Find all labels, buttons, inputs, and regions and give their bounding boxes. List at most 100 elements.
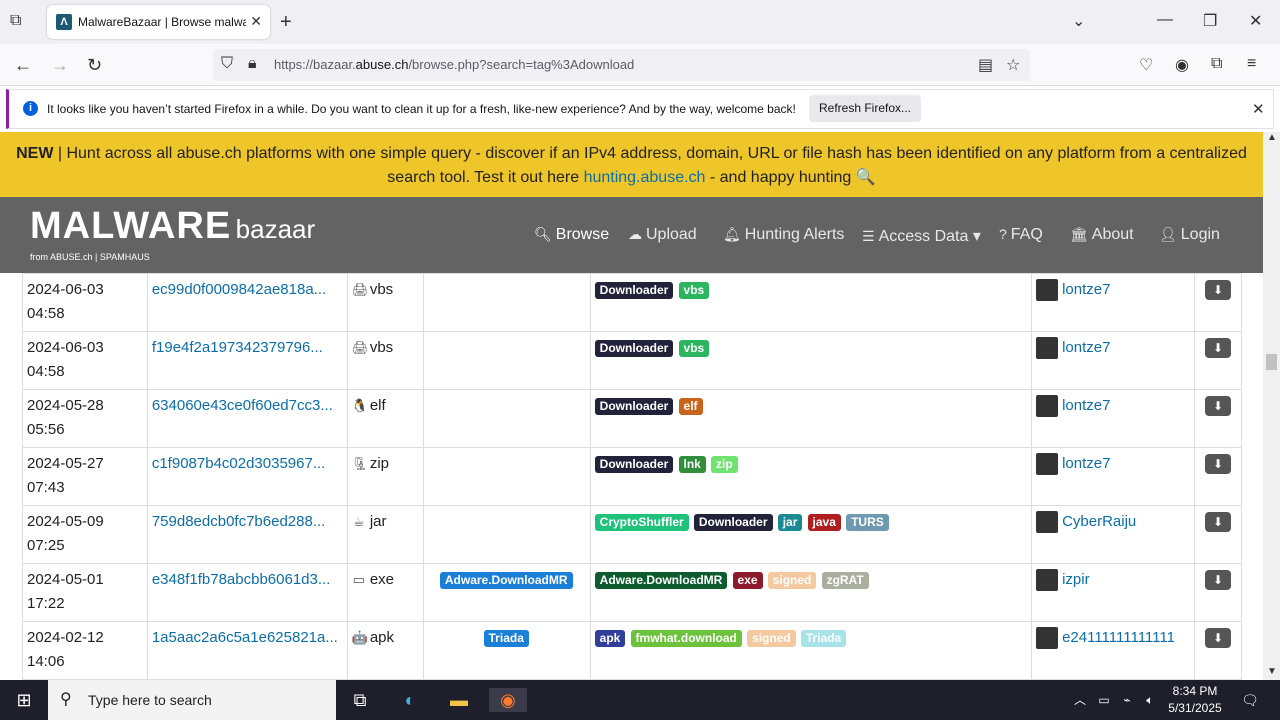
signature-cell bbox=[422, 505, 591, 564]
cloud-download-icon[interactable]: ⬇ bbox=[1204, 280, 1231, 300]
firefox-icon[interactable]: ◉ bbox=[489, 688, 527, 712]
cloud-download-icon[interactable]: ⬇ bbox=[1204, 512, 1231, 532]
cloud-download-icon[interactable]: ⬇ bbox=[1204, 454, 1231, 474]
scroll-up-icon[interactable]: ▲ bbox=[1267, 132, 1277, 143]
tag-badge[interactable]: signed bbox=[767, 572, 817, 589]
taskbar-clock[interactable]: 8:34 PM 5/31/2025 bbox=[1160, 683, 1230, 717]
signature-badge[interactable]: Adware.DownloadMR bbox=[439, 572, 573, 589]
file-type-icon: ☕ bbox=[353, 514, 365, 529]
shield-icon[interactable]: ⛉ bbox=[221, 55, 233, 73]
tag-badge[interactable]: Downloader bbox=[594, 398, 674, 415]
tag-badge[interactable]: zgRAT bbox=[821, 572, 869, 589]
tag-badge[interactable]: Adware.DownloadMR bbox=[594, 572, 728, 589]
file-explorer-icon[interactable]: ▬ bbox=[447, 688, 471, 712]
edge-icon[interactable]: ◐ bbox=[398, 688, 422, 712]
reporter-link[interactable]: lontze7 bbox=[1062, 339, 1110, 356]
sample-hash-link[interactable]: 759d8edcb0fc7b6ed288... bbox=[152, 513, 326, 530]
tag-badge[interactable]: TURS bbox=[846, 514, 889, 531]
url-bar[interactable]: ⛉ 🔒︎ https://bazaar.abuse.ch/browse.php?… bbox=[213, 49, 1030, 81]
tag-badge[interactable]: Downloader bbox=[594, 456, 674, 473]
windows-start-icon[interactable]: ⊞ bbox=[12, 688, 36, 712]
tag-badge[interactable]: apk bbox=[594, 630, 626, 647]
tag-badge[interactable]: exe bbox=[732, 572, 763, 589]
reporter-link[interactable]: CyberRaiju bbox=[1062, 513, 1136, 530]
nav-browse[interactable]: 🔍︎ Browse bbox=[534, 226, 609, 244]
tag-badge[interactable]: Downloader bbox=[594, 282, 674, 299]
tag-badge[interactable]: Downloader bbox=[594, 340, 674, 357]
menu-hamburger-icon[interactable]: ≡ bbox=[1247, 55, 1256, 73]
tab-manager-icon[interactable]: ⧉ bbox=[10, 12, 21, 30]
tag-badge[interactable]: vbs bbox=[678, 282, 710, 299]
tag-badge[interactable]: CryptoShuffler bbox=[594, 514, 689, 531]
nav-upload[interactable]: ☁ Upload bbox=[628, 226, 697, 244]
nav-hunting-alerts[interactable]: 🔔︎ Hunting Alerts bbox=[723, 226, 844, 244]
notifications-icon[interactable]: 🗨︎ bbox=[1238, 688, 1262, 712]
volume-icon[interactable]: 🔈︎ bbox=[1138, 688, 1162, 712]
avatar bbox=[1036, 511, 1059, 534]
cloud-download-icon[interactable]: ⬇ bbox=[1204, 396, 1231, 416]
maximize-icon[interactable]: ❐ bbox=[1203, 11, 1217, 31]
taskbar-search[interactable]: ⚲ Type here to search bbox=[48, 680, 336, 720]
tag-badge[interactable]: vbs bbox=[678, 340, 710, 357]
tag-badge[interactable]: java bbox=[807, 514, 841, 531]
reader-view-icon[interactable]: ▤ bbox=[978, 55, 993, 75]
extensions-icon[interactable]: ⧉ bbox=[1211, 55, 1222, 73]
sample-hash-link[interactable]: 634060e43ce0f60ed7cc3... bbox=[152, 397, 333, 414]
tag-badge[interactable]: fmwhat.download bbox=[630, 630, 742, 647]
close-notification-icon[interactable]: ✕ bbox=[1252, 100, 1265, 118]
show-hidden-icons-chevron-icon[interactable]: ︿ bbox=[1068, 688, 1092, 712]
tag-badge[interactable]: lnk bbox=[678, 456, 706, 473]
nav-login[interactable]: 👤︎ Login bbox=[1159, 226, 1220, 244]
scrollbar-thumb[interactable] bbox=[1266, 354, 1277, 370]
network-icon[interactable]: ▭ bbox=[1092, 688, 1116, 712]
new-tab-icon[interactable]: + bbox=[280, 11, 292, 34]
nav-about[interactable]: 🏛︎ About bbox=[1070, 226, 1134, 244]
tags-cell: Adware.DownloadMR exe signed zgRAT bbox=[589, 563, 1033, 622]
tag-badge[interactable]: jar bbox=[777, 514, 803, 531]
cloud-download-icon[interactable]: ⬇ bbox=[1204, 338, 1231, 358]
tag-badge[interactable]: elf bbox=[678, 398, 703, 415]
reporter-link[interactable]: lontze7 bbox=[1062, 397, 1110, 414]
tag-badge[interactable]: Downloader bbox=[693, 514, 773, 531]
active-tab[interactable]: Λ MalwareBazaar | Browse malwa ✕ bbox=[47, 5, 270, 39]
tag-badge[interactable]: signed bbox=[747, 630, 796, 647]
forward-arrow-icon[interactable]: → bbox=[51, 55, 69, 76]
cloud-upload-icon: ☁ bbox=[628, 226, 642, 242]
reporter-link[interactable]: lontze7 bbox=[1062, 281, 1110, 298]
tag-badge[interactable]: Triada bbox=[800, 630, 847, 647]
close-tab-icon[interactable]: ✕ bbox=[250, 13, 262, 30]
download-cell: ⬇ bbox=[1193, 331, 1243, 390]
sample-hash-link[interactable]: ec99d0f0009842ae818a... bbox=[152, 281, 326, 298]
bookmark-star-icon[interactable]: ☆ bbox=[1006, 55, 1020, 75]
reporter-cell: lontze7 bbox=[1031, 331, 1195, 390]
page-scrollbar[interactable]: ▲ ▼ bbox=[1263, 132, 1280, 680]
account-icon[interactable]: ◉ bbox=[1175, 55, 1189, 75]
tab-list-chevron-down-icon[interactable]: ⌄ bbox=[1072, 11, 1085, 31]
malwarebazaar-logo[interactable]: MALWARE bazaar from ABUSE.ch | SPAMHAUS bbox=[30, 205, 315, 262]
reload-icon[interactable]: ↻ bbox=[87, 55, 102, 76]
sample-hash-link[interactable]: f19e4f2a197342379796... bbox=[152, 339, 323, 356]
scroll-down-icon[interactable]: ▼ bbox=[1267, 666, 1277, 677]
reporter-link[interactable]: izpir bbox=[1062, 571, 1090, 588]
lock-icon[interactable]: 🔒︎ bbox=[248, 55, 257, 73]
sample-hash-link[interactable]: c1f9087b4c02d3035967... bbox=[152, 455, 326, 472]
signature-badge[interactable]: Triada bbox=[483, 630, 529, 647]
reporter-link[interactable]: lontze7 bbox=[1062, 455, 1110, 472]
hunting-link[interactable]: hunting.abuse.ch bbox=[584, 169, 706, 186]
tag-badge[interactable]: zip bbox=[711, 456, 738, 473]
sample-hash-link[interactable]: 1a5aac2a6c5a1e625821a... bbox=[152, 629, 338, 646]
nav-access-data[interactable]: ☰ Access Data ▾ bbox=[862, 226, 981, 246]
sample-hash-link[interactable]: e348f1fb78abcbb6061d3... bbox=[152, 571, 331, 588]
minimize-icon[interactable]: — bbox=[1157, 11, 1173, 29]
refresh-firefox-button[interactable]: Refresh Firefox... bbox=[809, 95, 921, 122]
task-view-icon[interactable]: ⧉ bbox=[348, 688, 372, 712]
cloud-download-icon[interactable]: ⬇ bbox=[1204, 570, 1231, 590]
nav-faq[interactable]: ? FAQ bbox=[999, 226, 1043, 244]
pocket-icon[interactable]: ♡ bbox=[1139, 55, 1153, 75]
close-window-icon[interactable]: ✕ bbox=[1249, 11, 1262, 31]
reporter-link[interactable]: e24111111111111 bbox=[1062, 629, 1175, 646]
cloud-download-icon[interactable]: ⬇ bbox=[1204, 628, 1231, 648]
wifi-icon[interactable]: ⌁ bbox=[1115, 688, 1139, 712]
url-text[interactable]: https://bazaar.abuse.ch/browse.php?searc… bbox=[274, 57, 634, 72]
back-arrow-icon[interactable]: ← bbox=[14, 55, 32, 76]
